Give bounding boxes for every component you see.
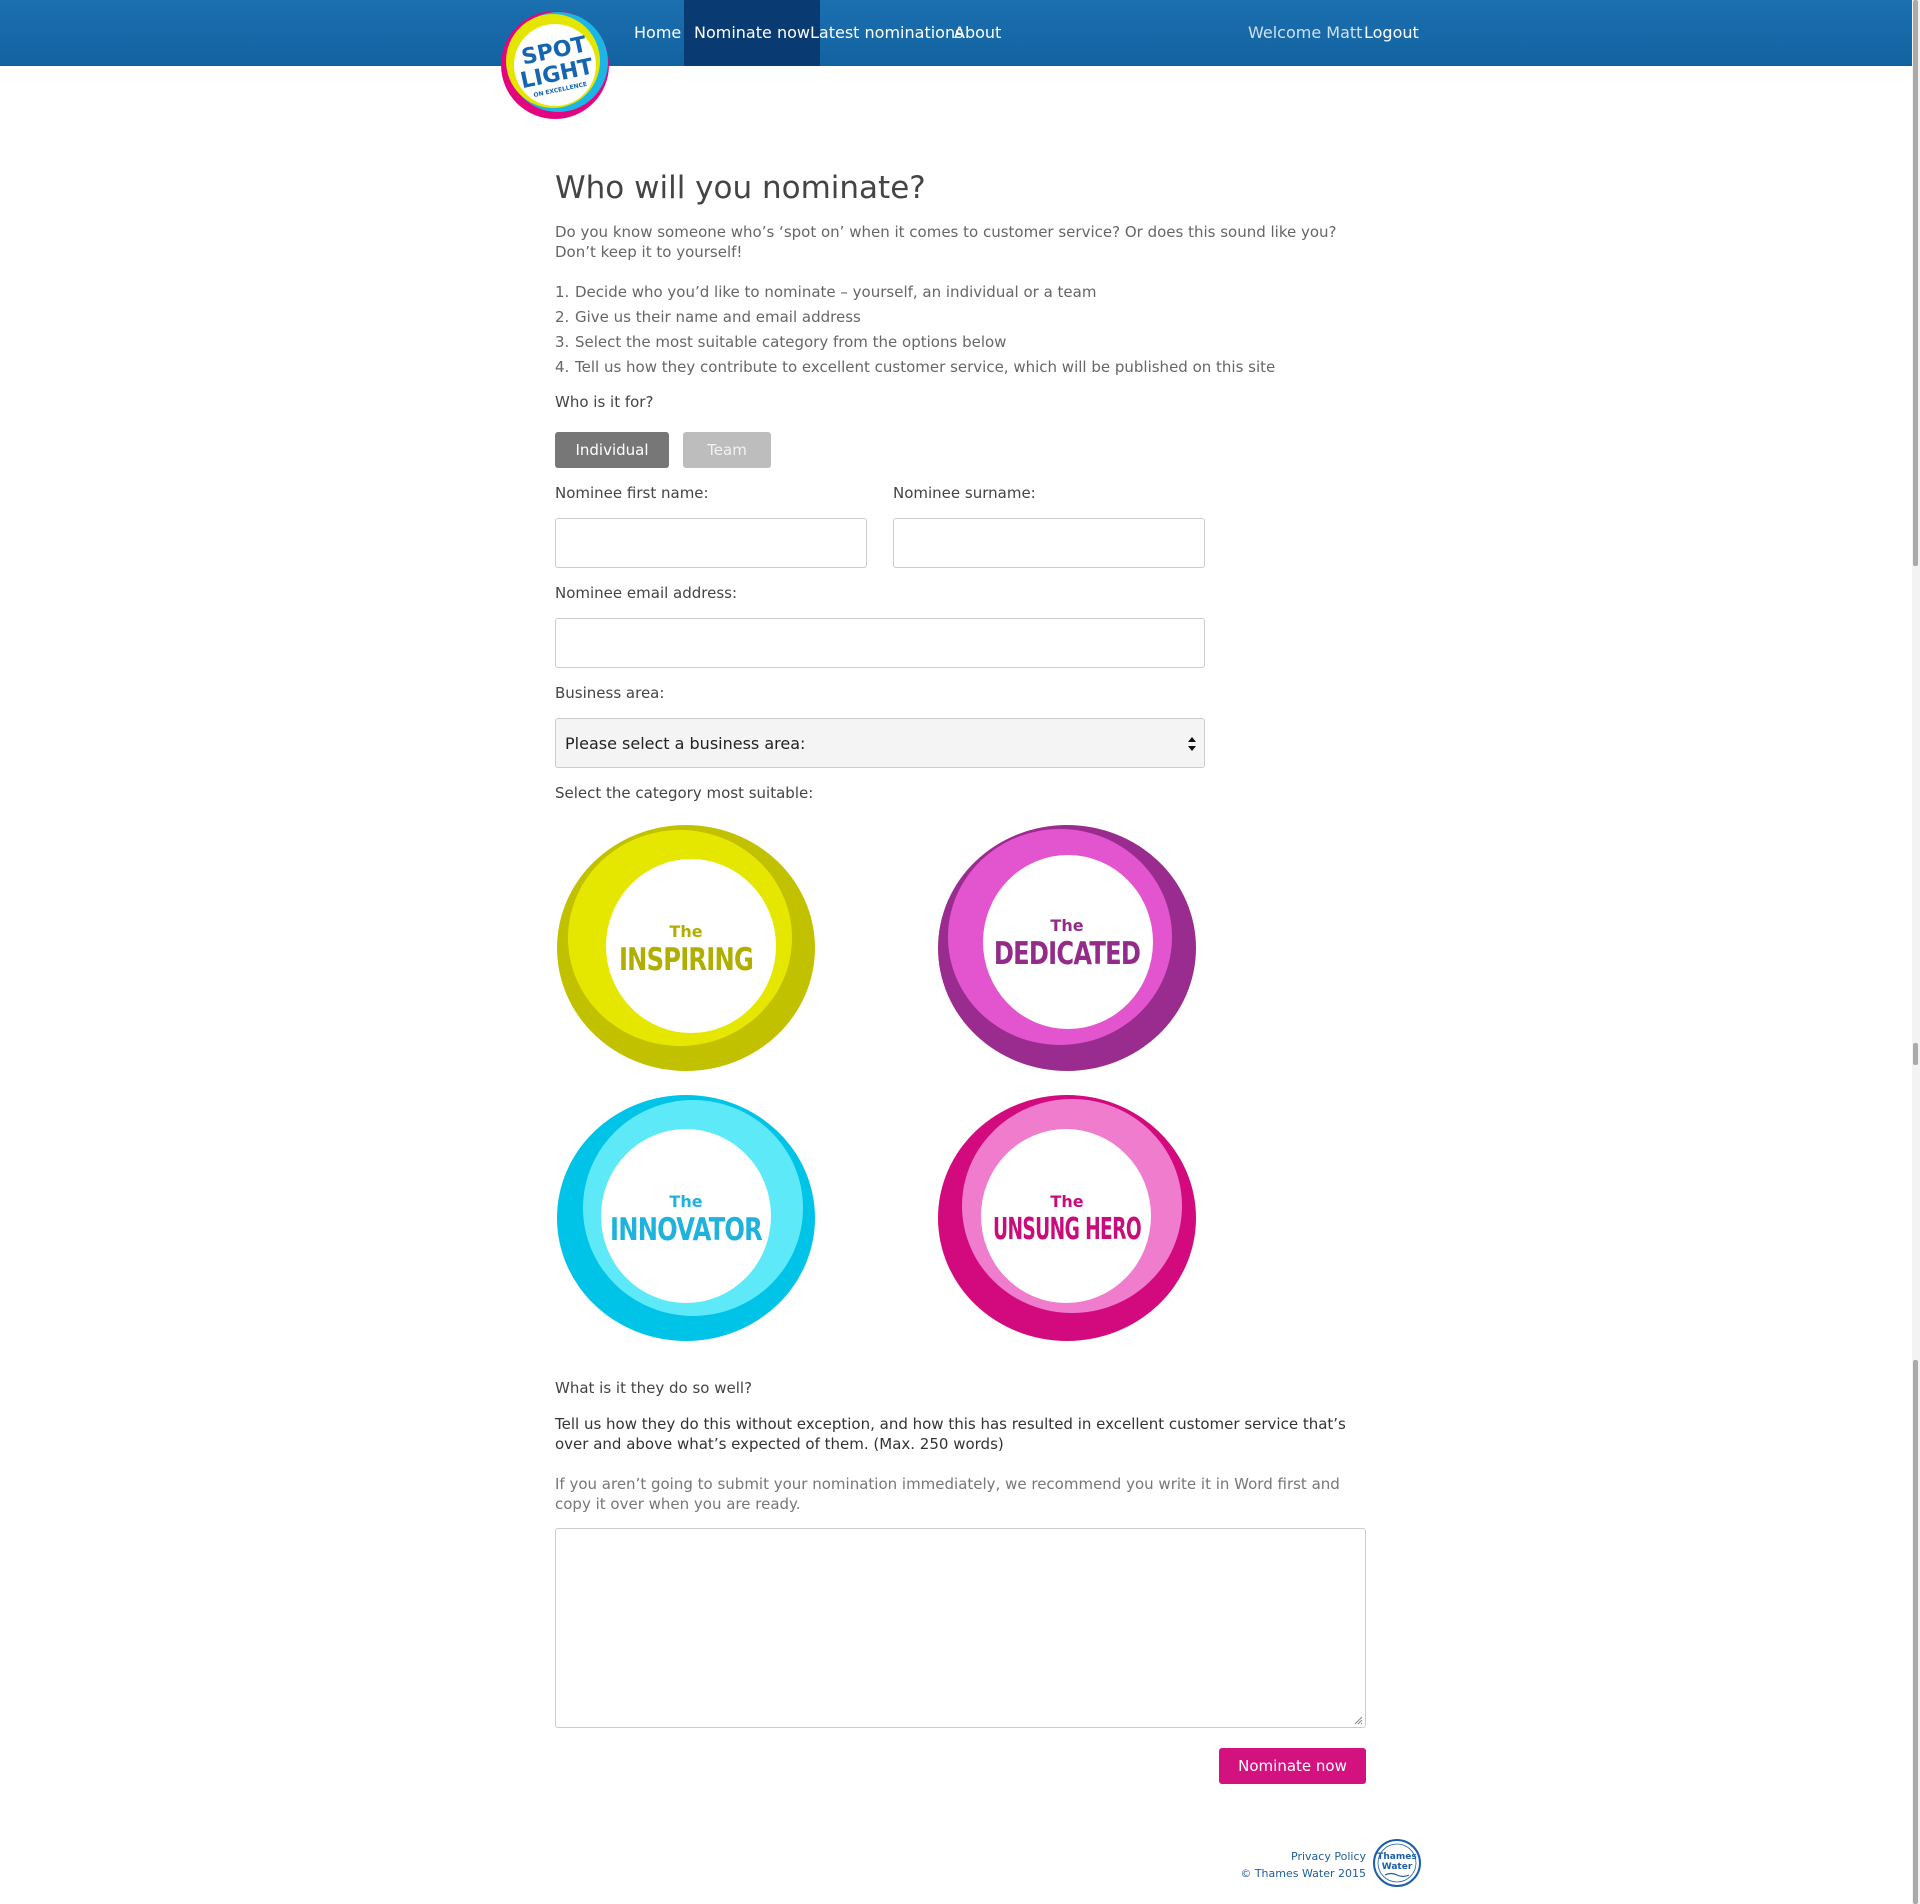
footer-links: Privacy Policy © Thames Water 2015: [1166, 1848, 1366, 1882]
category-innovator[interactable]: The INNOVATOR: [555, 1092, 817, 1342]
list-item: 3. Select the most suitable category from…: [555, 333, 1007, 351]
nav-about[interactable]: About: [944, 0, 1011, 66]
select-arrows-icon: [1188, 737, 1196, 751]
category-unsung-hero[interactable]: The UNSUNG HERO: [936, 1092, 1198, 1342]
first-name-input[interactable]: [555, 518, 867, 568]
category-label: Select the category most suitable:: [555, 784, 814, 802]
dedicated-the: The: [1050, 916, 1084, 935]
spotlight-logo[interactable]: SPOT LIGHT ON EXCELLENCE: [498, 8, 612, 122]
innovator-the: The: [669, 1192, 703, 1211]
category-dedicated[interactable]: The DEDICATED: [936, 822, 1198, 1072]
business-area-selected-value: Please select a business area:: [565, 734, 806, 753]
spotlight-logo-graphic: SPOT LIGHT ON EXCELLENCE: [501, 11, 609, 119]
scrollbar-marker: [1913, 1043, 1918, 1065]
scrollbar-thumb[interactable]: [1913, 0, 1918, 566]
thames-water-logo[interactable]: Thames Water: [1372, 1838, 1422, 1888]
inspiring-the: The: [669, 922, 703, 941]
list-item: 2. Give us their name and email address: [555, 308, 861, 326]
word-tip-text: If you aren’t going to submit your nomin…: [555, 1475, 1340, 1513]
logout-link[interactable]: Logout: [1354, 0, 1429, 66]
first-name-label: Nominee first name:: [555, 484, 709, 502]
resize-grip-icon[interactable]: [1354, 1716, 1363, 1725]
inspiring-name: INSPIRING: [618, 942, 754, 978]
unsung-hero-the: The: [1050, 1192, 1084, 1211]
surname-input[interactable]: [893, 518, 1205, 568]
welcome-message: Welcome Matt: [1248, 23, 1363, 42]
question-label: What is it they do so well?: [555, 1379, 753, 1397]
list-item: 1. Decide who you’d like to nominate – yo…: [555, 283, 1097, 301]
who-label: Who is it for?: [555, 393, 654, 411]
svg-text:Thames: Thames: [1377, 1852, 1416, 1862]
svg-text:Water: Water: [1382, 1862, 1413, 1872]
nav-home[interactable]: Home: [624, 0, 691, 66]
individual-toggle-button[interactable]: Individual: [555, 432, 669, 468]
privacy-policy-link[interactable]: Privacy Policy: [1166, 1848, 1366, 1865]
category-inspiring[interactable]: The INSPIRING: [555, 822, 817, 1072]
email-label: Nominee email address:: [555, 584, 738, 602]
unsung-hero-name: UNSUNG HERO: [992, 1212, 1142, 1247]
business-area-label: Business area:: [555, 684, 665, 702]
nominate-now-button[interactable]: Nominate now: [1219, 1748, 1366, 1784]
dedicated-name: DEDICATED: [993, 936, 1141, 972]
page-title: Who will you nominate?: [555, 170, 926, 206]
business-area-select[interactable]: Please select a business area:: [555, 718, 1205, 768]
list-item: 4. Tell us how they contribute to excelle…: [555, 358, 1276, 376]
scrollbar-lower-track: [1913, 1360, 1918, 1904]
copyright-text: © Thames Water 2015: [1240, 1867, 1366, 1880]
intro-text: Do you know someone who’s ‘spot on’ when…: [555, 223, 1337, 261]
nomination-textarea[interactable]: [555, 1528, 1366, 1728]
steps-list: 1. Decide who you’d like to nominate – yo…: [555, 282, 1355, 382]
team-toggle-button[interactable]: Team: [683, 432, 771, 468]
instructions-text: Tell us how they do this without excepti…: [555, 1415, 1346, 1453]
email-field[interactable]: [555, 618, 1205, 668]
innovator-name: INNOVATOR: [610, 1212, 763, 1248]
thames-water-logo-graphic: Thames Water: [1373, 1839, 1421, 1887]
surname-label: Nominee surname:: [893, 484, 1036, 502]
